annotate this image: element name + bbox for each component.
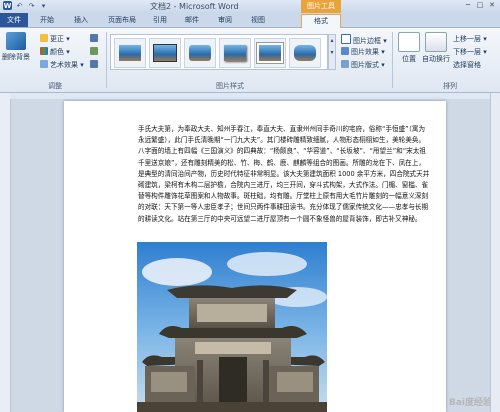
vertical-scrollbar[interactable]	[490, 93, 500, 412]
correction-label: 更正 ▾	[50, 35, 70, 43]
memorial-archway-image	[137, 242, 327, 412]
picture-style-thumb[interactable]	[289, 38, 321, 68]
change-picture-button[interactable]	[90, 47, 102, 57]
document-page[interactable]: 手氏大夫第，为奉政大夫、知州手春江，奉直大夫、直隶州州同手奇川的宅府，俗称“手恒…	[64, 101, 446, 412]
customize-qat-icon[interactable]: ▾	[39, 1, 48, 10]
tab-references[interactable]: 引用	[148, 14, 172, 27]
art-effects-button[interactable]: 艺术效果 ▾	[40, 60, 84, 70]
title-bar: W ↶ ↷ ▾ 文档2 - Microsoft Word 图片工具 ─ □ ✕	[0, 0, 500, 13]
document-paragraph[interactable]: 手氏大夫第，为奉政大夫、知州手春江，奉直大夫、直隶州州同手奇川的宅府，俗称“手恒…	[138, 124, 430, 225]
document-workspace: 手氏大夫第，为奉政大夫、知州手春江，奉直大夫、直隶州州同手奇川的宅府，俗称“手恒…	[0, 93, 500, 412]
compress-icon	[90, 34, 98, 42]
color-label: 颜色 ▾	[50, 48, 70, 56]
picture-style-thumb[interactable]	[219, 38, 251, 68]
picture-style-thumb[interactable]	[184, 38, 216, 68]
group-picture-styles-label: 图片样式	[216, 82, 244, 90]
group-adjust-label: 调整	[48, 82, 62, 90]
remove-background-label: 删除背景	[2, 53, 30, 61]
selection-pane-button[interactable]: 选择窗格	[453, 60, 481, 70]
picture-style-thumb[interactable]	[114, 38, 146, 68]
position-button[interactable]: 位置	[395, 32, 423, 64]
undo-icon[interactable]: ↶	[15, 1, 24, 10]
reset-picture-button[interactable]	[90, 60, 102, 70]
tab-home[interactable]: 开始	[34, 14, 60, 27]
tab-format[interactable]: 格式	[301, 14, 341, 28]
wrap-text-label: 自动换行	[422, 55, 450, 63]
horizontal-ruler	[10, 93, 500, 99]
watermark: Bai度经验	[448, 398, 492, 408]
tab-file[interactable]: 文件	[0, 13, 28, 27]
sun-icon	[40, 34, 48, 42]
gallery-scroll[interactable]: ▴ ▾	[328, 34, 336, 70]
vertical-ruler	[0, 93, 11, 412]
bring-forward-label: 上移一层 ▾	[453, 35, 487, 43]
tab-page-layout[interactable]: 页面布局	[102, 14, 142, 27]
selection-pane-label: 选择窗格	[453, 61, 481, 69]
quick-access-toolbar: W ↶ ↷ ▾	[3, 1, 48, 10]
ribbon-tabs: 文件 开始 插入 页面布局 引用 邮件 审阅 视图 格式	[0, 13, 500, 28]
art-effects-label: 艺术效果 ▾	[50, 61, 84, 69]
picture-layout-button[interactable]: 图片版式 ▾	[341, 60, 385, 70]
reset-icon	[90, 60, 98, 68]
art-effects-icon	[40, 60, 48, 68]
send-backward-button[interactable]: 下移一层 ▾	[453, 47, 487, 57]
position-icon	[398, 32, 420, 52]
picture-style-thumb[interactable]	[254, 38, 286, 68]
redo-icon[interactable]: ↷	[27, 1, 36, 10]
remove-background-icon	[6, 32, 26, 50]
tab-mailings[interactable]: 邮件	[180, 14, 204, 27]
wrap-text-icon	[425, 32, 447, 52]
picture-effects-icon	[341, 47, 349, 55]
picture-style-thumb[interactable]	[149, 38, 181, 68]
maximize-button[interactable]: □	[475, 1, 485, 10]
group-separator	[392, 32, 393, 88]
window-controls: ─ □ ✕	[463, 1, 497, 10]
compress-pictures-button[interactable]	[90, 34, 102, 44]
correction-button[interactable]: 更正 ▾	[40, 34, 70, 44]
close-button[interactable]: ✕	[487, 1, 497, 10]
color-button[interactable]: 颜色 ▾	[40, 47, 70, 57]
change-picture-icon	[90, 47, 98, 55]
wrap-text-button[interactable]: 自动换行	[421, 32, 451, 64]
picture-layout-label: 图片版式 ▾	[351, 61, 385, 69]
remove-background-button[interactable]: 删除背景	[2, 32, 30, 62]
picture-border-icon	[341, 34, 351, 44]
picture-effects-label: 图片效果 ▾	[351, 48, 385, 56]
ribbon: 删除背景 更正 ▾ 颜色 ▾ 艺术效果 ▾ 调整 ▴ ▾ 图片样式 图片边框 ▾ …	[0, 28, 500, 93]
tab-view[interactable]: 视图	[246, 14, 270, 27]
group-separator	[106, 32, 107, 88]
word-logo-icon[interactable]: W	[3, 1, 12, 10]
send-backward-label: 下移一层 ▾	[453, 48, 487, 56]
color-palette-icon	[40, 47, 48, 55]
minimize-button[interactable]: ─	[463, 1, 473, 10]
tab-review[interactable]: 审阅	[213, 14, 237, 27]
picture-border-label: 图片边框 ▾	[353, 37, 387, 45]
document-title: 文档2 - Microsoft Word	[150, 2, 239, 11]
picture-effects-button[interactable]: 图片效果 ▾	[341, 47, 385, 57]
picture-border-button[interactable]: 图片边框 ▾	[341, 34, 387, 45]
position-label: 位置	[402, 55, 416, 63]
group-arrange-label: 排列	[443, 82, 457, 90]
picture-styles-gallery	[110, 34, 328, 70]
picture-tools-label: 图片工具	[301, 0, 341, 13]
inserted-photo[interactable]	[137, 242, 327, 412]
bring-forward-button[interactable]: 上移一层 ▾	[453, 34, 487, 44]
picture-layout-icon	[341, 60, 349, 68]
tab-insert[interactable]: 插入	[68, 14, 94, 27]
